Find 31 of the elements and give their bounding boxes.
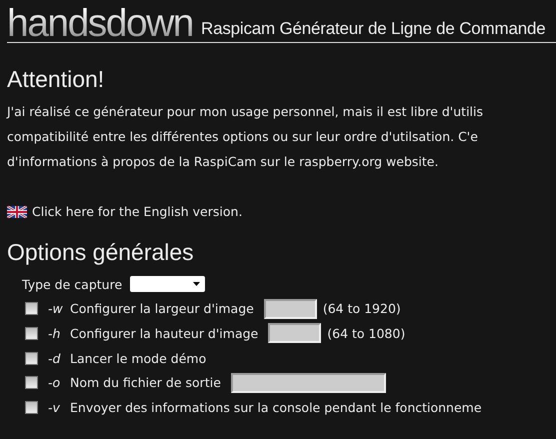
- checkbox[interactable]: [25, 352, 38, 365]
- flag-icon: [7, 206, 27, 218]
- checkbox[interactable]: [25, 302, 38, 316]
- range-hint: (64 to 1080): [327, 326, 406, 341]
- option-label: Envoyer des informations sur la console pendant le fonctionneme: [70, 400, 482, 415]
- paragraph-line: J'ai réalisé ce générateur pour mon usage personnel, mais il est libre d'utilis: [7, 103, 484, 121]
- section-heading: Options générales: [7, 238, 195, 266]
- input-field[interactable]: [264, 298, 317, 319]
- input-field[interactable]: [230, 372, 386, 393]
- section-heading: Attention!: [7, 65, 106, 93]
- option-label: Configurer la hauteur d'image: [70, 326, 258, 341]
- checkbox[interactable]: [25, 400, 38, 414]
- checkbox[interactable]: [25, 376, 38, 390]
- input-field[interactable]: [268, 323, 322, 344]
- flag-label: -h: [48, 326, 62, 341]
- option-label: Configurer la largeur d'image: [70, 301, 254, 316]
- paragraph-line: d'informations à propos de la RaspiCam sur le raspberry.org website.: [7, 153, 440, 171]
- range-hint: (64 to 1920): [322, 301, 401, 316]
- checkbox[interactable]: [25, 326, 38, 340]
- option-label: Type de capture: [22, 276, 122, 292]
- option-label: Nom du fichier de sortie: [70, 375, 221, 390]
- flag-label: -w: [48, 301, 64, 316]
- flag-label: -d: [48, 350, 62, 366]
- flag-label: -v: [48, 400, 61, 415]
- english-version-link[interactable]: Click here for the English version.: [32, 204, 242, 219]
- page-title: Raspicam Générateur de Ligne de Commande: [201, 18, 546, 40]
- paragraph-line: compatibilité entre les différentes options ou sur leur ordre d'utilsation. C'e: [7, 128, 479, 146]
- caret-icon: [193, 282, 200, 286]
- capture-type-select[interactable]: [130, 276, 206, 292]
- option-label: Lancer le mode démo: [70, 350, 206, 366]
- flag-label: -o: [48, 375, 62, 390]
